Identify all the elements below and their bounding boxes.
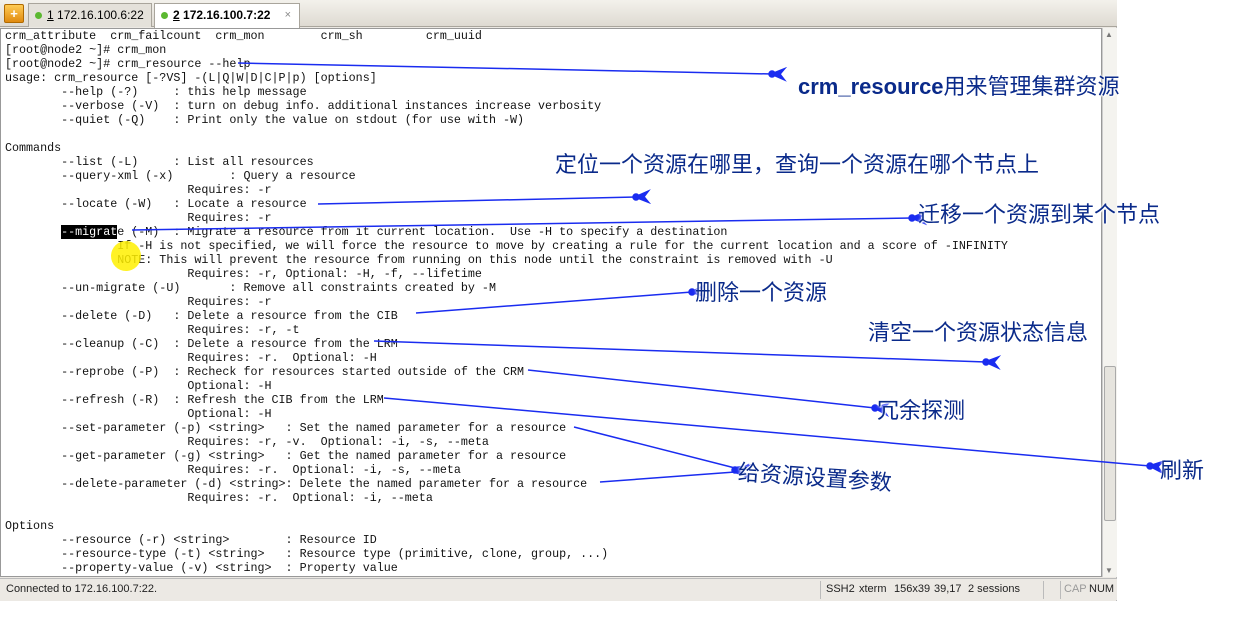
- annotation-delete: 删除一个资源: [695, 280, 828, 305]
- arrow-manage: [237, 62, 788, 82]
- arrow-delete: [415, 283, 708, 314]
- annotation-cleanup: 清空一个资源状态信息: [868, 320, 1089, 345]
- annotation-locate: 定位一个资源在哪里，查询一个资源在哪个节点上: [555, 152, 1040, 177]
- arrow-locate: [317, 189, 652, 205]
- arrow-set-parameter: [573, 426, 752, 479]
- arrow-migrate: [131, 210, 928, 231]
- arrow-reprobe: [527, 369, 891, 418]
- annotation-reprobe: 冗余探测: [877, 398, 966, 423]
- annotation-refresh: 刷新: [1160, 458, 1205, 483]
- arrow-delete-parameter: [599, 463, 751, 483]
- annotation-manage: crm_resource用来管理集群资源: [798, 74, 1120, 99]
- annotation-migrate: 迁移一个资源到某个节点: [918, 202, 1161, 227]
